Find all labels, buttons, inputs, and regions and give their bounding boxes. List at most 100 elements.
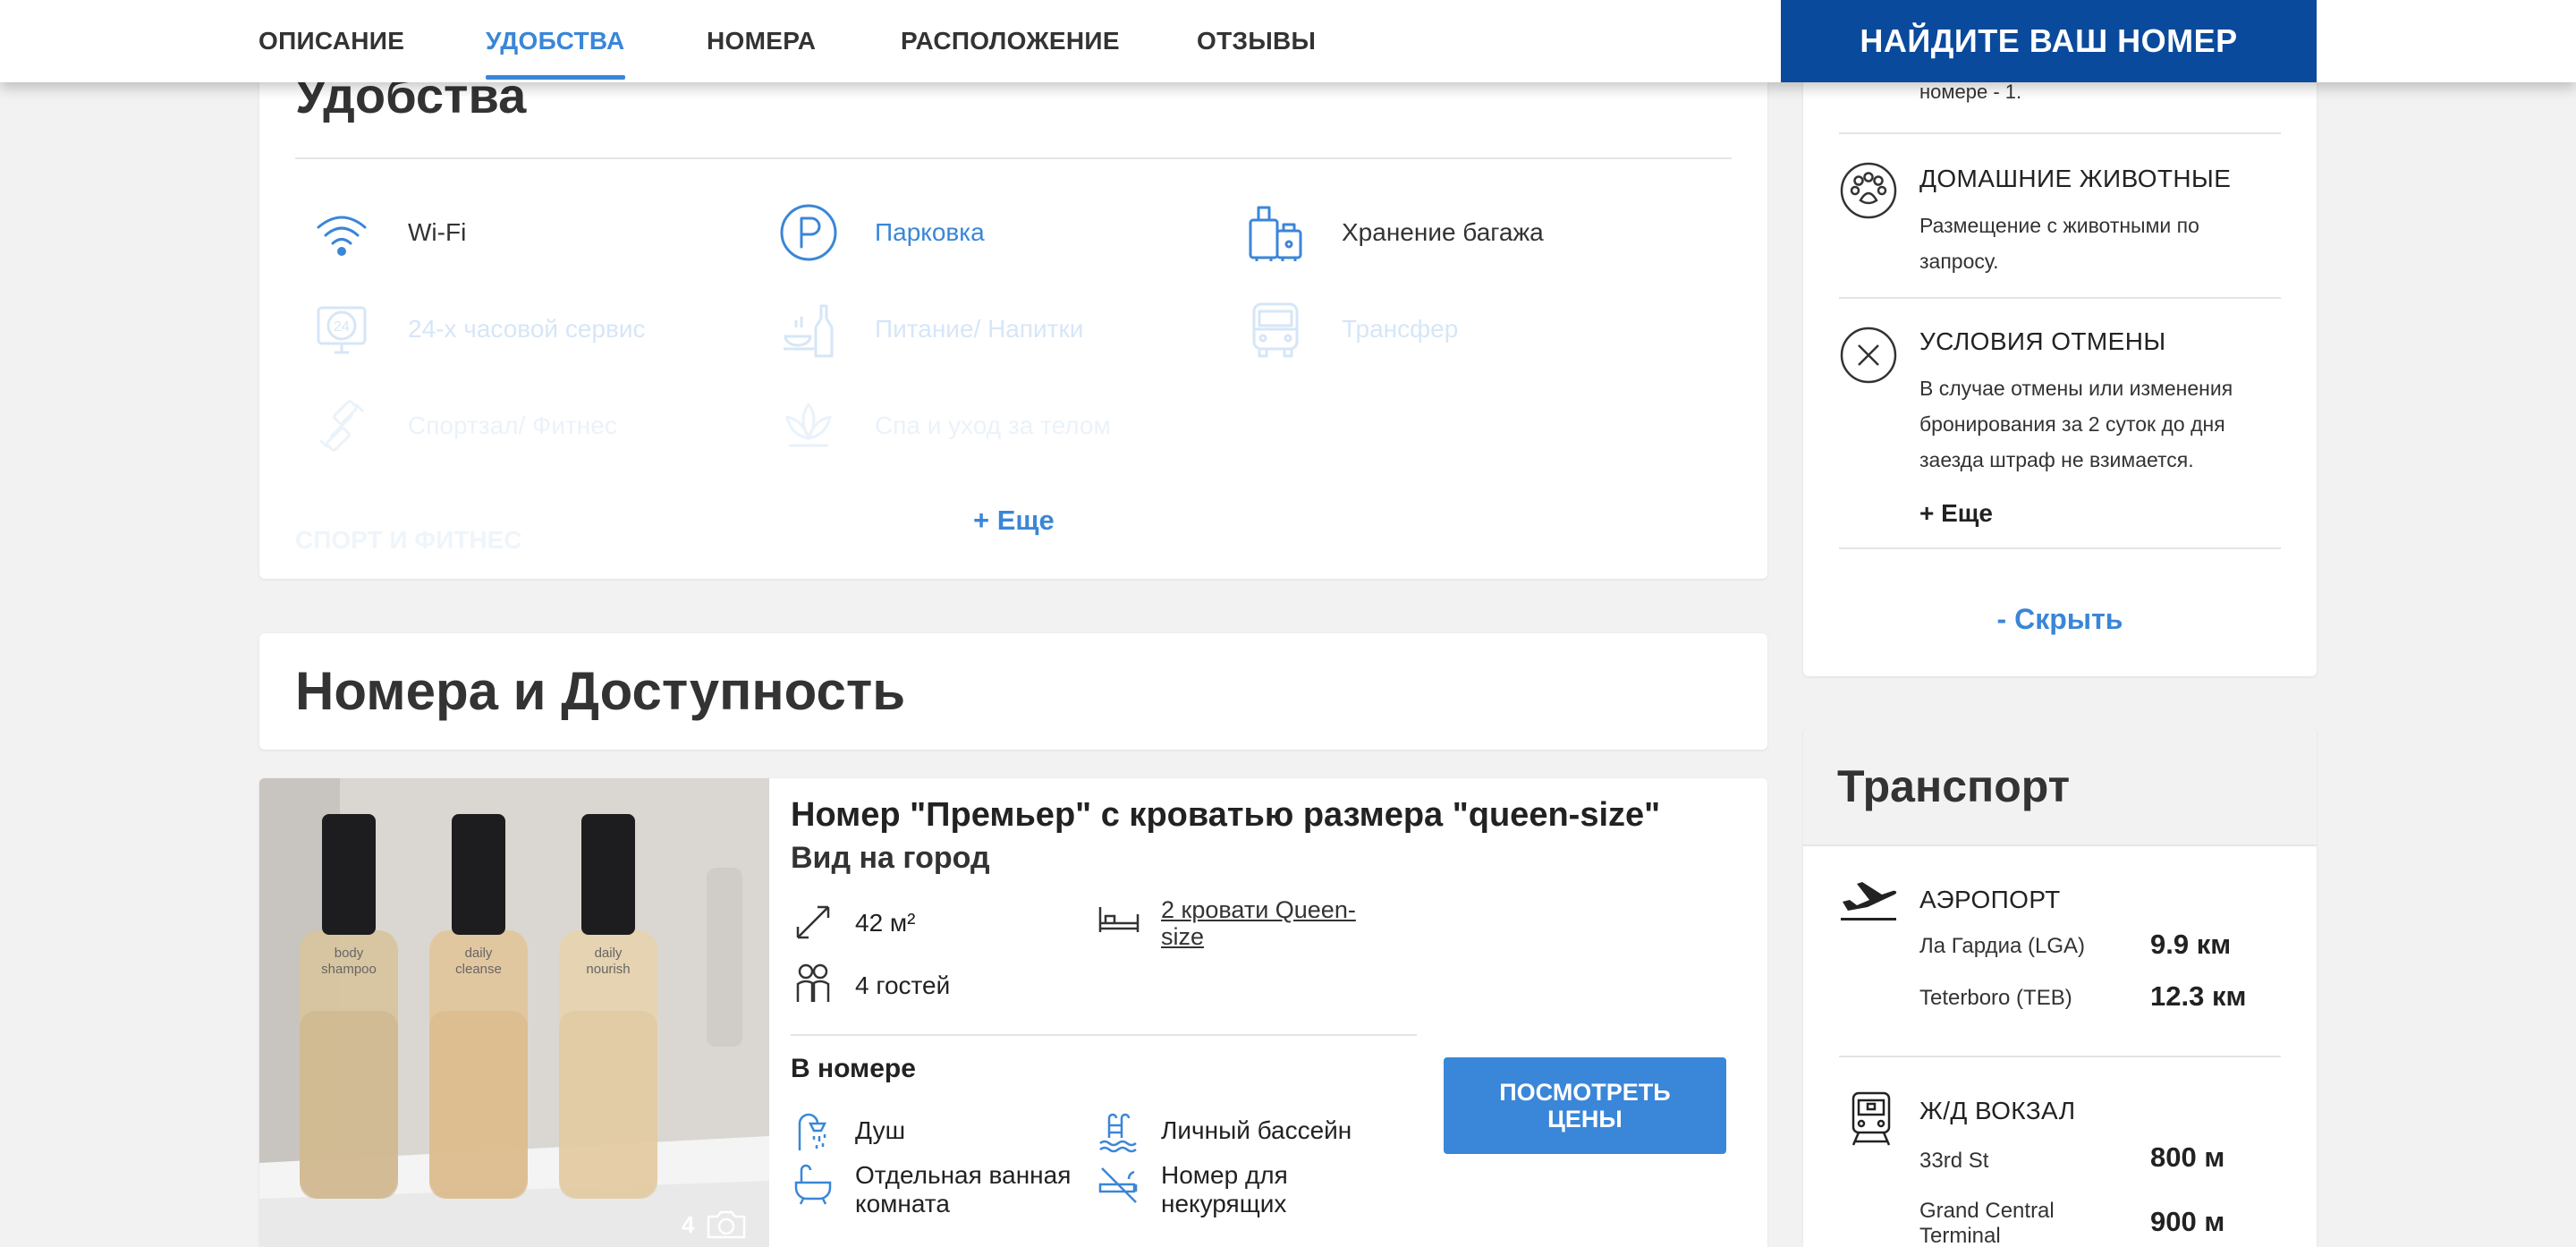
amenity-label: Wi-Fi [408,218,467,246]
bus-icon [1243,297,1308,361]
amenity-luggage: Хранение багажа [1243,200,1544,265]
shower-icon [798,1113,827,1150]
find-your-room-button[interactable]: НАЙДИТЕ ВАШ НОМЕР [1781,0,2317,82]
feature-label: Номер для некурящих [1161,1161,1288,1217]
station-distance: 800 м [2150,1141,2225,1173]
bathroom-icon [794,1164,832,1205]
amenity-transfer: Трансфер [1243,297,1458,361]
luggage-icon [1243,200,1308,265]
svg-text:body: body [335,946,364,961]
feature-private-bathroom: Отдельная ванная комната [791,1161,1088,1218]
cancellation-title: УСЛОВИЯ ОТМЕНЫ [1919,327,2166,355]
wifi-icon [309,200,374,265]
more-amenities-link[interactable]: + Еще [973,505,1055,537]
divider [295,157,1732,159]
airport-name: Teterboro (TEB) [1919,986,2072,1010]
room-area-value: 42 м² [855,909,916,937]
clock-24-icon: 24 [309,297,374,361]
more-policies-link[interactable]: + Еще [1919,499,1993,528]
feature-non-smoking: Номер для некурящих [1097,1161,1376,1218]
room-beds: 2 кровати Queen-size [1097,896,1376,950]
pool-icon [1099,1113,1137,1153]
svg-text:nourish: nourish [586,962,630,977]
amenity-spa: Спа и уход за телом [776,394,1111,458]
in-room-title: В номере [791,1054,916,1083]
photo-count: 4 [682,1210,695,1238]
tab-description[interactable]: ОПИСАНИЕ [258,27,404,55]
food-drink-icon [776,297,841,361]
tab-rooms[interactable]: НОМЕРА [707,27,816,55]
hide-link[interactable]: - Скрыть [1803,603,2317,636]
amenity-label: Парковка [875,218,985,246]
svg-text:cleanse: cleanse [455,962,502,977]
feature-pool: Личный бассейн [1097,1109,1352,1154]
amenity-label: 24-х часовой сервис [408,315,646,343]
bed-icon [1098,907,1140,932]
room-photo[interactable]: body shampoo daily cleanse daily nourish… [259,778,769,1247]
divider [1839,297,2281,299]
transport-title: Транспорт [1837,761,2071,811]
close-circle-icon [1840,327,1897,384]
feature-label: Личный бассейн [1161,1116,1352,1144]
lotus-icon [776,394,841,458]
svg-text:24: 24 [334,319,350,335]
svg-text:daily: daily [465,946,493,961]
amenity-24h-service: 24 24-х часовой сервис [309,297,646,361]
tab-location[interactable]: РАСПОЛОЖЕНИЕ [901,27,1120,55]
photo-counter[interactable]: 4 [682,1209,748,1240]
resize-arrows-icon [796,905,830,939]
policy-text-top: номере - 1. [1919,81,2022,103]
amenity-food-drink: Питание/ Напитки [776,297,1083,361]
amenity-label: Питание/ Напитки [875,315,1084,343]
room-name[interactable]: Номер "Премьер" с кроватью размера "quee… [791,796,1660,835]
guests-icon [796,963,830,1002]
divider [1839,547,2281,549]
tab-amenities[interactable]: УДОБСТВА [486,27,625,80]
feature-label: Душ [855,1116,906,1144]
divider [1803,844,2317,846]
transport-card: Транспорт АЭРОПОРТ Ла Гардиа (LGA) 9.9 к… [1803,728,2317,1247]
divider [1839,1056,2281,1057]
room-view: Вид на город [791,841,990,875]
section-hint: СПОРТ И ФИТНЕС [295,526,522,554]
amenity-parking[interactable]: Парковка [776,200,985,265]
dumbbell-icon [309,394,374,458]
room-card: body shampoo daily cleanse daily nourish… [259,778,1767,1247]
camera-icon [708,1210,746,1239]
airport-name: Ла Гардиа (LGA) [1919,934,2085,958]
tab-reviews[interactable]: ОТЗЫВЫ [1197,27,1316,55]
station-name: 33rd St [1919,1149,1989,1173]
room-area: 42 м² [791,900,916,945]
policies-card: номере - 1. ДОМАШНИЕ ЖИВОТНЫЕ Размещение… [1803,36,2317,676]
no-smoking-icon [1098,1167,1138,1203]
room-beds-link[interactable]: 2 кровати Queen-size [1161,896,1376,950]
amenity-label: Трансфер [1342,315,1459,343]
cancellation-text: В случае отмены или изменения бронирован… [1919,377,2233,471]
divider [1839,132,2281,134]
amenities-card: Удобства Wi-Fi Парковка Хранение багажа [259,54,1767,579]
svg-text:daily: daily [595,946,623,961]
svg-text:shampoo: shampoo [321,962,377,977]
amenity-label: Хранение багажа [1342,218,1544,246]
rooms-title: Номера и Доступность [295,661,906,721]
view-prices-button[interactable]: ПОСМОТРЕТЬ ЦЕНЫ [1444,1057,1726,1154]
parking-icon [776,200,841,265]
amenity-label: Спортзал/ Фитнес [408,411,617,439]
pets-text: Размещение с животными по запросу. [1919,214,2199,273]
divider [791,1034,1417,1036]
view-prices-label: ПОСМОТРЕТЬ ЦЕНЫ [1499,1079,1671,1132]
airport-distance: 9.9 км [2150,929,2232,960]
feature-label: Отдельная ванная комната [855,1161,1072,1217]
airport-distance: 12.3 км [2150,980,2247,1012]
station-distance: 900 м [2150,1206,2225,1237]
rail-title: Ж/Д ВОКЗАЛ [1919,1097,2076,1124]
airplane-icon [1841,882,1897,920]
amenity-wifi: Wi-Fi [309,200,466,265]
train-icon [1852,1091,1891,1146]
station-name: Grand Central Terminal [1919,1199,2055,1247]
pets-title: ДОМАШНИЕ ЖИВОТНЫЕ [1919,165,2232,192]
amenity-label: Спа и уход за телом [875,411,1111,439]
airport-title: АЭРОПОРТ [1919,886,2061,913]
feature-shower: Душ [791,1109,905,1154]
rooms-availability-card: Номера и Доступность [259,633,1767,750]
